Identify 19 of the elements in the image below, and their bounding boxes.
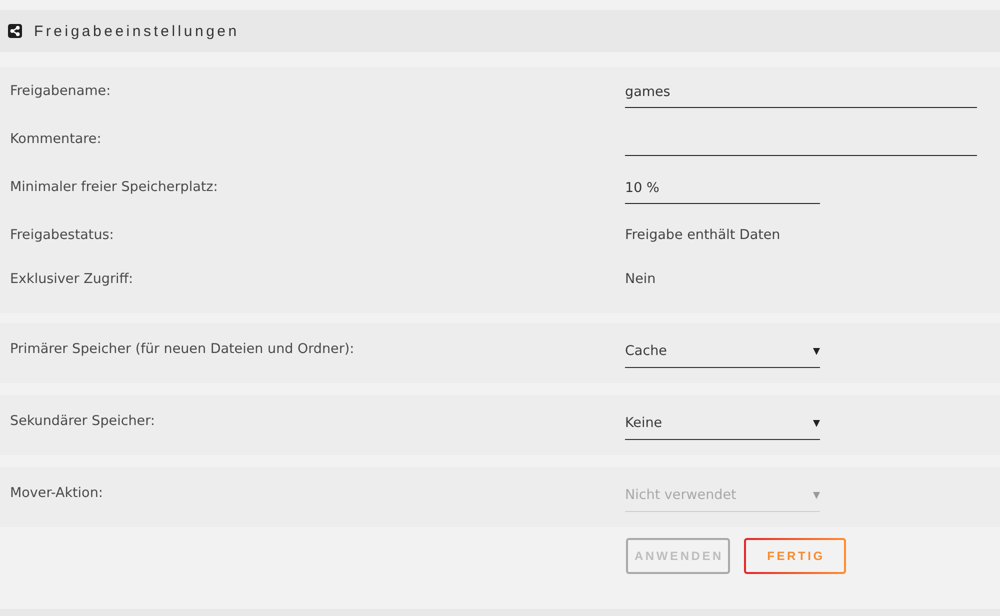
- field-label: Kommentare:: [10, 130, 102, 149]
- field-label: Primärer Speicher (für neuen Dateien und Ordner):: [10, 340, 354, 359]
- dropdown[interactable]: Cache: [625, 335, 820, 368]
- field-label: Freigabename:: [10, 82, 111, 101]
- field-value: Freigabe enthält Daten: [625, 226, 780, 245]
- panel-title: Freigabeeinstellungen: [34, 22, 240, 40]
- dropdown[interactable]: Keine: [625, 407, 820, 440]
- field-label: Mover-Aktion:: [10, 484, 103, 503]
- text-field[interactable]: 10 %: [625, 173, 820, 204]
- caret-icon: [813, 420, 820, 426]
- share-icon: [8, 24, 22, 38]
- field-label: Sekundärer Speicher:: [10, 412, 155, 431]
- field-label: Freigabestatus:: [10, 226, 114, 245]
- field-value: Nein: [625, 270, 656, 289]
- caret-icon: [813, 492, 820, 498]
- caret-icon: [813, 348, 820, 354]
- text-field[interactable]: games: [625, 77, 977, 108]
- field-label: Exklusiver Zugriff:: [10, 270, 134, 289]
- field-label: Minimaler freier Speicherplatz:: [10, 178, 218, 197]
